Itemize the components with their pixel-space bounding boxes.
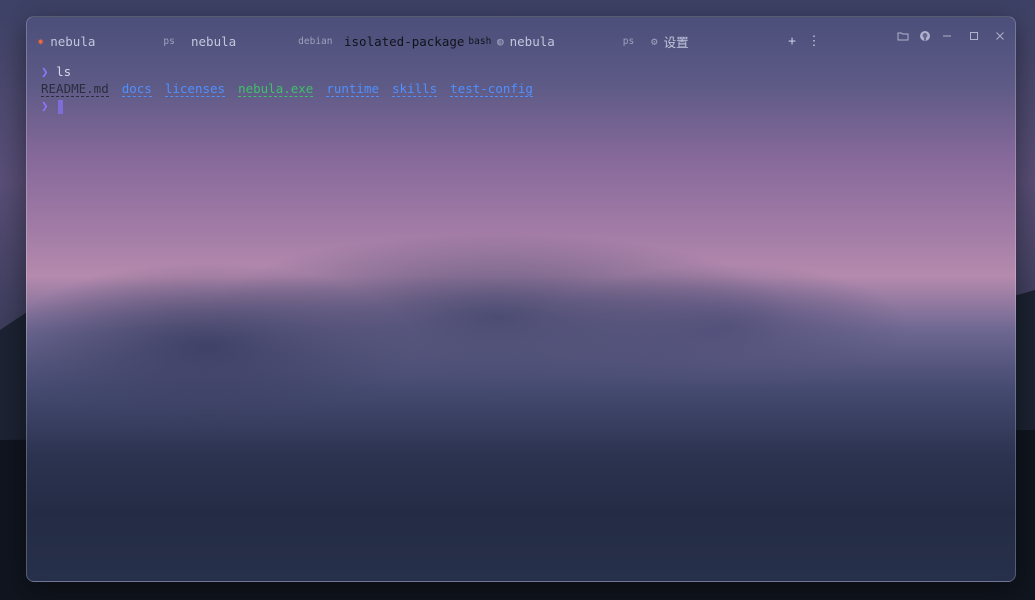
tab-shell-tag: debian xyxy=(298,35,333,47)
ls-entry-skills[interactable]: skills xyxy=(392,82,438,97)
tab-title: nebula xyxy=(50,33,96,49)
tab-title: nebula xyxy=(509,33,555,49)
prompt-symbol: ❯ xyxy=(41,64,49,79)
globe-icon: ◍ xyxy=(497,34,504,48)
tab-nebula-ps[interactable]: ✷ nebula ps xyxy=(37,31,189,51)
text-cursor xyxy=(57,99,63,114)
new-tab-button[interactable]: + xyxy=(785,35,799,49)
tab-settings[interactable]: ⚙ 设置 xyxy=(651,31,689,51)
terminal-window: ✷ nebula ps nebula debian isolated-packa… xyxy=(26,16,1016,582)
tab-nebula-ps-2[interactable]: ◍ nebula ps xyxy=(497,31,648,51)
sun-icon: ✷ xyxy=(37,34,45,48)
ls-entry-runtime[interactable]: runtime xyxy=(326,82,380,97)
gear-icon: ⚙ xyxy=(651,34,658,48)
tab-title: 设置 xyxy=(663,34,689,50)
ls-entry-test-config[interactable]: test-config xyxy=(450,82,533,97)
ls-entry-readme[interactable]: README.md xyxy=(41,82,109,97)
folder-icon[interactable] xyxy=(895,28,911,44)
prompt-symbol: ❯ xyxy=(41,98,49,113)
close-icon[interactable] xyxy=(992,28,1008,44)
tab-isolated-package-bash[interactable]: isolated-package bash xyxy=(344,31,505,51)
minimize-icon[interactable] xyxy=(939,28,955,44)
github-icon[interactable] xyxy=(917,28,933,44)
maximize-icon[interactable] xyxy=(966,28,982,44)
tab-shell-tag: bash xyxy=(468,35,492,47)
ls-output: README.md docs licenses nebula.exe runtime sk… xyxy=(41,80,1001,97)
command-text: ls xyxy=(56,64,72,79)
ls-entry-nebula-exe[interactable]: nebula.exe xyxy=(238,82,314,97)
tab-nebula-debian[interactable]: nebula debian xyxy=(191,31,346,51)
command-line: ❯ ls xyxy=(41,63,1001,80)
tab-shell-tag: ps xyxy=(622,35,635,47)
input-line[interactable]: ❯ xyxy=(41,97,1001,114)
tab-bar: ✷ nebula ps nebula debian isolated-packa… xyxy=(27,17,1015,61)
terminal-output[interactable]: ❯ ls README.md docs licenses nebula.exe runt… xyxy=(41,63,1001,114)
tab-shell-tag: ps xyxy=(163,35,175,47)
more-menu-button[interactable]: ⋮ xyxy=(807,35,821,49)
ls-entry-licenses[interactable]: licenses xyxy=(164,82,226,97)
ls-entry-docs[interactable]: docs xyxy=(121,82,152,97)
tab-title: nebula xyxy=(191,33,237,49)
tab-title: isolated-package xyxy=(344,33,465,49)
